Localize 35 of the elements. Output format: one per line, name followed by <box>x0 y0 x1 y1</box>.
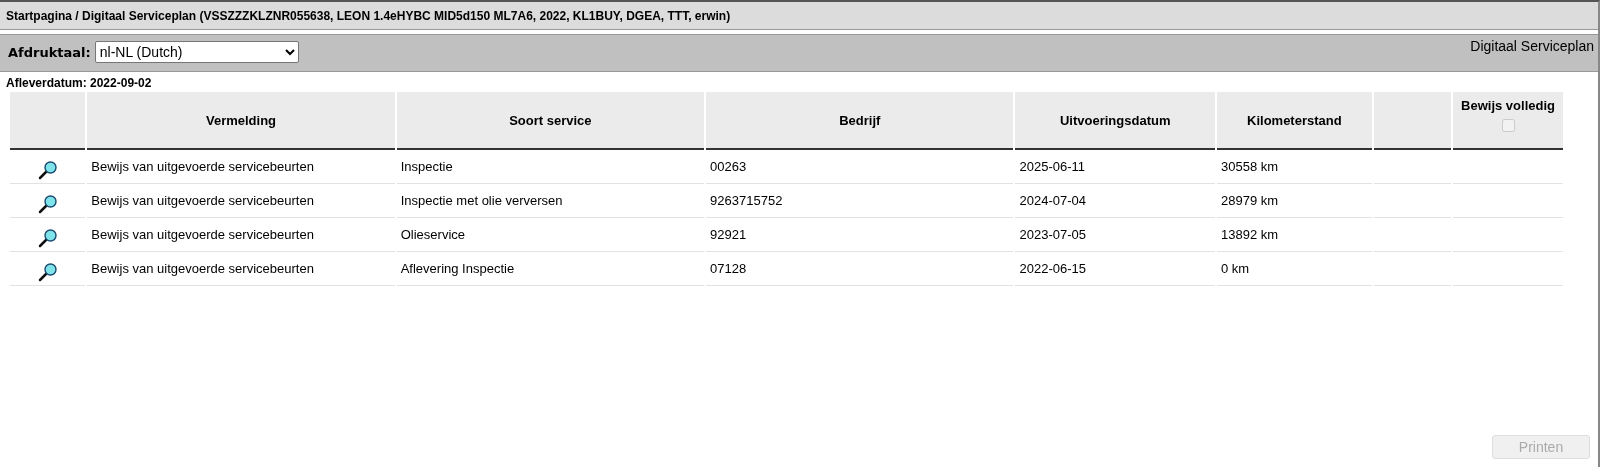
table-cell: 28979 km <box>1217 184 1372 218</box>
column-header: Soort service <box>396 92 705 150</box>
table-cell: 30558 km <box>1217 150 1372 184</box>
table-cell: Bewijs van uitgevoerde servicebeurten <box>87 252 395 286</box>
search-icon[interactable] <box>37 159 58 180</box>
table-cell: 00263 <box>706 150 1014 184</box>
table-cell: 2025-06-11 <box>1015 150 1215 184</box>
column-header: Bedrijf <box>706 92 1014 150</box>
table-cell: Aflevering Inspectie <box>396 252 705 286</box>
search-icon[interactable] <box>37 227 58 248</box>
table-cell: 13892 km <box>1217 218 1372 252</box>
table-cell: Bewijs van uitgevoerde servicebeurten <box>87 150 395 184</box>
section-title: Digitaal Serviceplan <box>1470 37 1595 54</box>
language-dropdown[interactable]: nl-NL (Dutch) <box>94 41 299 63</box>
table-cell: Inspectie <box>396 150 705 184</box>
table-cell: 9263715752 <box>706 184 1014 218</box>
table-cell: Olieservice <box>396 218 705 252</box>
delivery-date: Afleverdatum: 2022-09-02 <box>5 75 153 92</box>
search-icon[interactable] <box>37 193 58 214</box>
table-cell: Bewijs van uitgevoerde servicebeurten <box>87 218 395 252</box>
table-cell: 07128 <box>706 252 1014 286</box>
table-cell: Inspectie met olie verversen <box>396 184 705 218</box>
column-header: Bewijs volledig <box>1460 98 1556 113</box>
column-header: Uitvoeringsdatum <box>1015 92 1215 150</box>
search-icon[interactable] <box>37 261 58 282</box>
column-header: Vermelding <box>87 92 395 150</box>
table-cell: 2024-07-04 <box>1015 184 1215 218</box>
table-cell: 2022-06-15 <box>1015 252 1215 286</box>
language-label: Afdruktaal: <box>8 44 91 60</box>
page-title: Startpagina / Digitaal Serviceplan (VSSZZZKLZNR055638, LEON 1.4eHYBC MID5d150 ML7A6, 2022, KL1BUY, DGEA, TTT, erwin) <box>0 2 1598 30</box>
table-cell: 92921 <box>706 218 1014 252</box>
table-cell: 2023-07-05 <box>1015 218 1215 252</box>
table-cell: 0 km <box>1217 252 1372 286</box>
table-cell: Bewijs van uitgevoerde servicebeurten <box>87 184 395 218</box>
column-header: Kilometerstand <box>1217 92 1372 150</box>
